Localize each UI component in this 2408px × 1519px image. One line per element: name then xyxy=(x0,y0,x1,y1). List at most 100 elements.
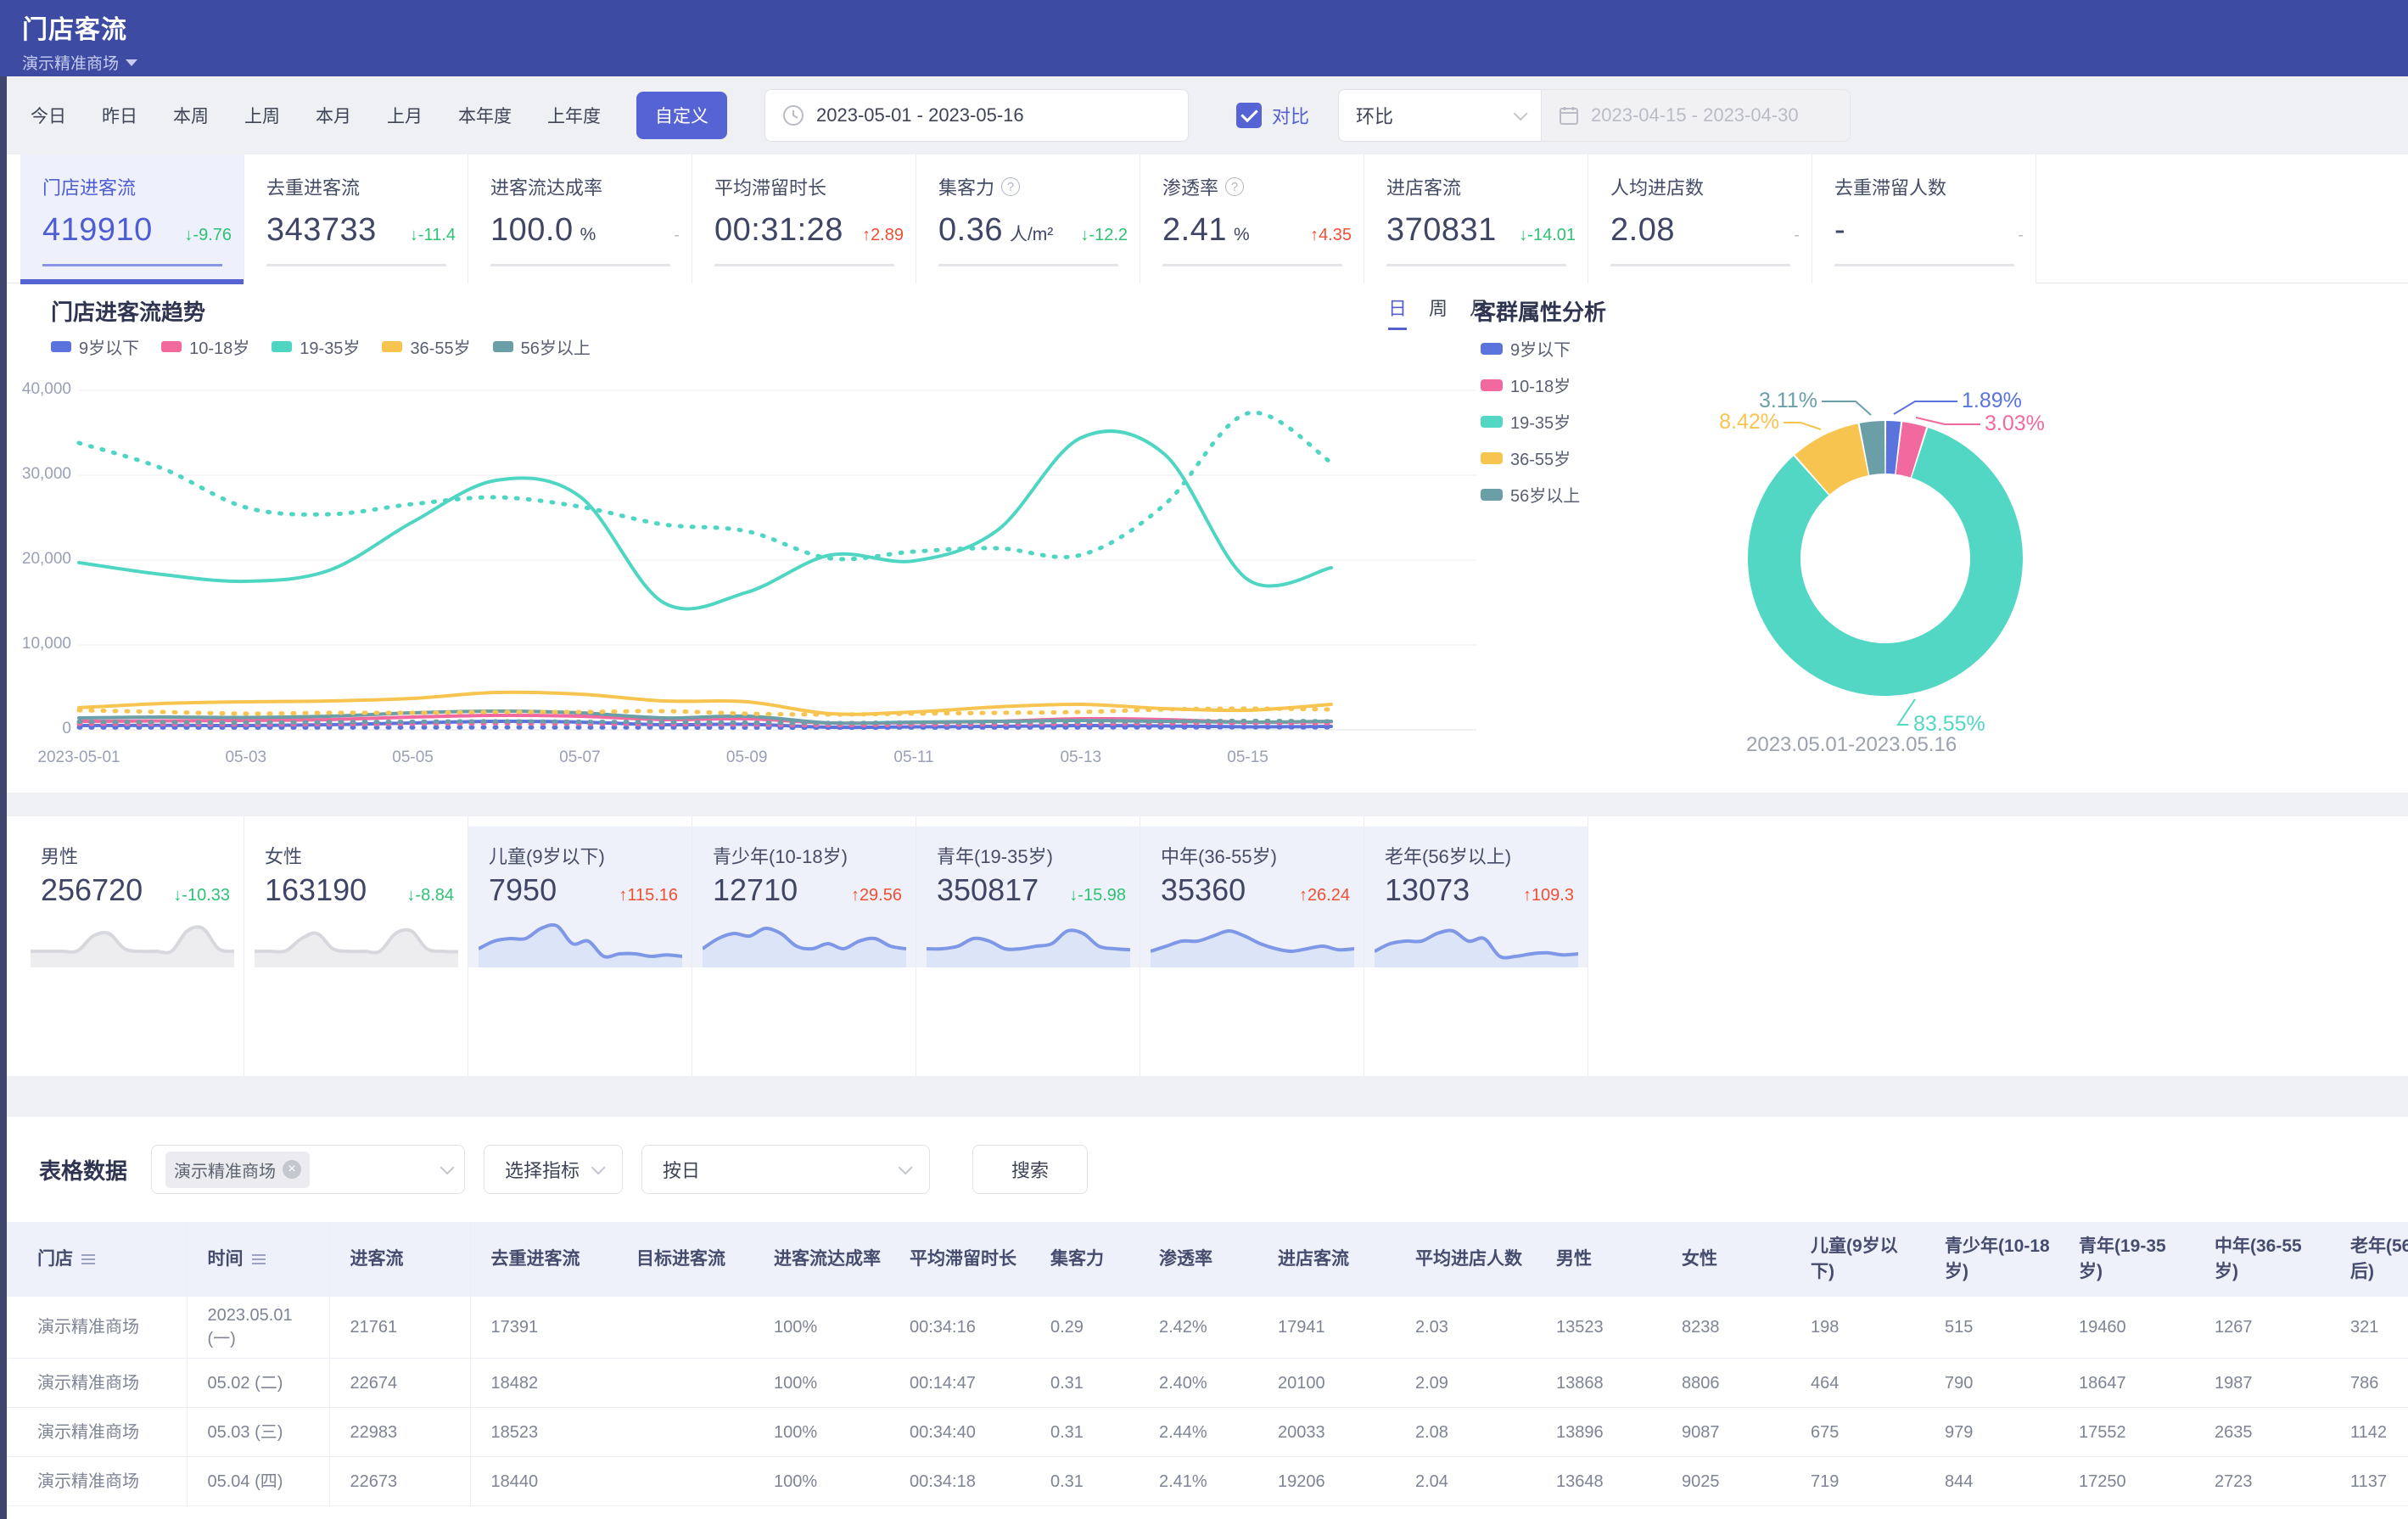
table-cell: 790 xyxy=(1924,1359,2058,1408)
kpi-card[interactable]: 进店客流370831↓-14.01 xyxy=(1364,154,1588,283)
kpi-card[interactable]: 集客力?0.36人/m²↓-12.2 xyxy=(916,154,1140,283)
column-header-门店[interactable]: 门店 xyxy=(7,1222,187,1297)
sort-filter-icon[interactable] xyxy=(81,1258,95,1260)
date-range-input[interactable]: 2023-05-01 - 2023-05-16 xyxy=(764,89,1189,142)
kpi-change: ↓-11.4 xyxy=(410,226,456,245)
legend-item[interactable]: 9岁以下 xyxy=(51,334,139,359)
demo-card-value: 256720 xyxy=(41,872,143,908)
x-tick-label: 05-11 xyxy=(846,748,982,767)
trend-legend: 9岁以下 10-18岁 19-35岁 36-55岁 56岁以上 xyxy=(51,334,613,359)
kpi-card[interactable]: 门店进客流419910↓-9.76 xyxy=(20,154,244,283)
table-cell: 18482 xyxy=(470,1359,616,1408)
table-cell: 9087 xyxy=(1661,1408,1790,1457)
kpi-card[interactable]: 渗透率?2.41%↑4.35 xyxy=(1140,154,1364,283)
donut-legend: 9岁以下 10-18岁 19-35岁 36-55岁 56岁以上 xyxy=(1481,336,1602,518)
quick-filter-今日[interactable]: 今日 xyxy=(31,103,66,128)
chevron-down-icon xyxy=(1514,106,1528,121)
trend-line-19-35岁 xyxy=(79,431,1331,608)
donut-slice-19-35岁[interactable] xyxy=(1774,453,1996,670)
demo-card-label: 青年(19-35岁) xyxy=(937,842,1053,869)
table-panel: 表格数据 演示精准商场 × 选择指标 按日 搜索 门店时间进客流去重进客流目标进… xyxy=(7,1117,2408,1519)
metric-select-button[interactable]: 选择指标 xyxy=(484,1145,623,1194)
table-header-row: 门店时间进客流去重进客流目标进客流进客流达成率平均滞留时长集客力渗透率进店客流平… xyxy=(7,1222,2408,1297)
legend-item[interactable]: 56岁以上 xyxy=(493,334,591,359)
kpi-change: ↓-14.01 xyxy=(1519,226,1576,245)
search-button[interactable]: 搜索 xyxy=(972,1145,1088,1194)
kpi-value-row: 2.41%↑4.35 xyxy=(1162,212,1364,249)
kpi-sparkline xyxy=(490,264,670,266)
tab-日[interactable]: 日 xyxy=(1388,294,1407,330)
donut-slice-9岁以下[interactable] xyxy=(1886,447,1898,448)
help-icon[interactable]: ? xyxy=(1225,177,1244,196)
demo-card-change: ↑109.3 xyxy=(1523,886,1579,905)
metric-select-label: 选择指标 xyxy=(505,1156,580,1183)
x-tick-label: 05-03 xyxy=(178,748,314,767)
table-cell: 844 xyxy=(1924,1457,2058,1506)
kpi-card[interactable]: 平均滞留时长 00:31:28↑2.89 xyxy=(692,154,916,283)
donut-legend-item[interactable]: 9岁以下 xyxy=(1481,336,1580,361)
help-icon[interactable]: ? xyxy=(1001,177,1020,196)
donut-legend-item[interactable]: 10-18岁 xyxy=(1481,373,1580,397)
demo-card: 中年(36-55岁)35360↑26.24 xyxy=(1140,816,1364,1076)
table-cell: 17250 xyxy=(2058,1457,2194,1506)
kpi-card[interactable]: 人均进店数2.08- xyxy=(1588,154,1812,283)
table-cell xyxy=(616,1359,753,1408)
kpi-card[interactable]: 去重滞留人数-- xyxy=(1812,154,2036,283)
quick-filter-昨日[interactable]: 昨日 xyxy=(102,103,137,128)
quick-filter-上月[interactable]: 上月 xyxy=(387,103,423,128)
kpi-card[interactable]: 进客流达成率100.0%- xyxy=(468,154,692,283)
quick-filter-本月[interactable]: 本月 xyxy=(316,103,351,128)
donut-legend-item[interactable]: 56岁以上 xyxy=(1481,482,1580,507)
calendar-icon xyxy=(1559,105,1579,126)
quick-filter-上周[interactable]: 上周 xyxy=(244,103,280,128)
tab-周[interactable]: 周 xyxy=(1429,294,1448,330)
kpi-value-row: 00:31:28↑2.89 xyxy=(714,212,916,249)
legend-swatch xyxy=(1481,489,1503,501)
table-cell: 9025 xyxy=(1661,1457,1790,1506)
table-cell: 18523 xyxy=(470,1408,616,1457)
table-cell: 19206 xyxy=(1257,1457,1395,1506)
demo-card-label: 男性 xyxy=(41,842,78,869)
legend-swatch xyxy=(382,341,402,352)
column-header-时间[interactable]: 时间 xyxy=(187,1222,329,1297)
donut-slice-36-55岁[interactable] xyxy=(1812,450,1863,475)
kpi-label: 平均滞留时长 xyxy=(714,173,916,200)
store-multiselect[interactable]: 演示精准商场 × xyxy=(151,1145,465,1194)
compare-checkbox[interactable] xyxy=(1236,103,1262,128)
donut-legend-item[interactable]: 36-55岁 xyxy=(1481,446,1580,470)
table-cell: 2.09 xyxy=(1395,1359,1536,1408)
table-cell: 13896 xyxy=(1536,1408,1661,1457)
quick-filter-上年度[interactable]: 上年度 xyxy=(547,103,601,128)
page-title: 门店客流 xyxy=(22,8,2408,46)
donut-leader-line xyxy=(1894,401,1957,414)
kpi-card[interactable]: 去重进客流343733↓-11.4 xyxy=(244,154,468,283)
quick-filter-本年度[interactable]: 本年度 xyxy=(458,103,512,128)
sort-filter-icon[interactable] xyxy=(252,1258,266,1260)
donut-legend-item[interactable]: 19-35岁 xyxy=(1481,409,1580,434)
period-select[interactable]: 按日 xyxy=(641,1145,930,1194)
compare-mode-select[interactable]: 环比 xyxy=(1338,89,1542,142)
y-tick-label: 30,000 xyxy=(7,465,71,484)
demographic-cards-strip: 男性256720↓-10.33女性163190↓-8.84儿童(9岁以下)795… xyxy=(7,816,2408,1076)
column-header-渗透率: 渗透率 xyxy=(1139,1222,1257,1297)
store-selector[interactable]: 演示精准商场 xyxy=(22,51,137,74)
remove-tag-icon[interactable]: × xyxy=(283,1160,301,1179)
date-range-value: 2023-05-01 - 2023-05-16 xyxy=(816,104,1024,126)
table-cell: 17391 xyxy=(470,1297,616,1359)
legend-item[interactable]: 36-55岁 xyxy=(382,334,470,359)
legend-item[interactable]: 10-18岁 xyxy=(161,334,249,359)
trend-chart-title: 门店进客流趋势 xyxy=(51,295,205,327)
table-row: 演示精准商场05.03 (三)2298318523100%00:34:400.3… xyxy=(7,1408,2408,1457)
kpi-sparkline xyxy=(1610,264,1790,266)
table-cell: 00:34:40 xyxy=(889,1408,1030,1457)
kpi-selected-indicator xyxy=(20,279,244,284)
custom-range-button[interactable]: 自定义 xyxy=(636,92,727,139)
sparkline-fill xyxy=(1375,931,1578,967)
donut-slice-10-18岁[interactable] xyxy=(1899,448,1918,452)
demo-sparkline xyxy=(1375,916,1578,967)
donut-percent-label: 8.42% xyxy=(1719,410,1779,434)
quick-filter-本周[interactable]: 本周 xyxy=(173,103,209,128)
legend-item[interactable]: 19-35岁 xyxy=(272,334,360,359)
donut-slice-56岁以上[interactable] xyxy=(1865,447,1885,449)
demo-card: 男性256720↓-10.33 xyxy=(20,816,244,1076)
